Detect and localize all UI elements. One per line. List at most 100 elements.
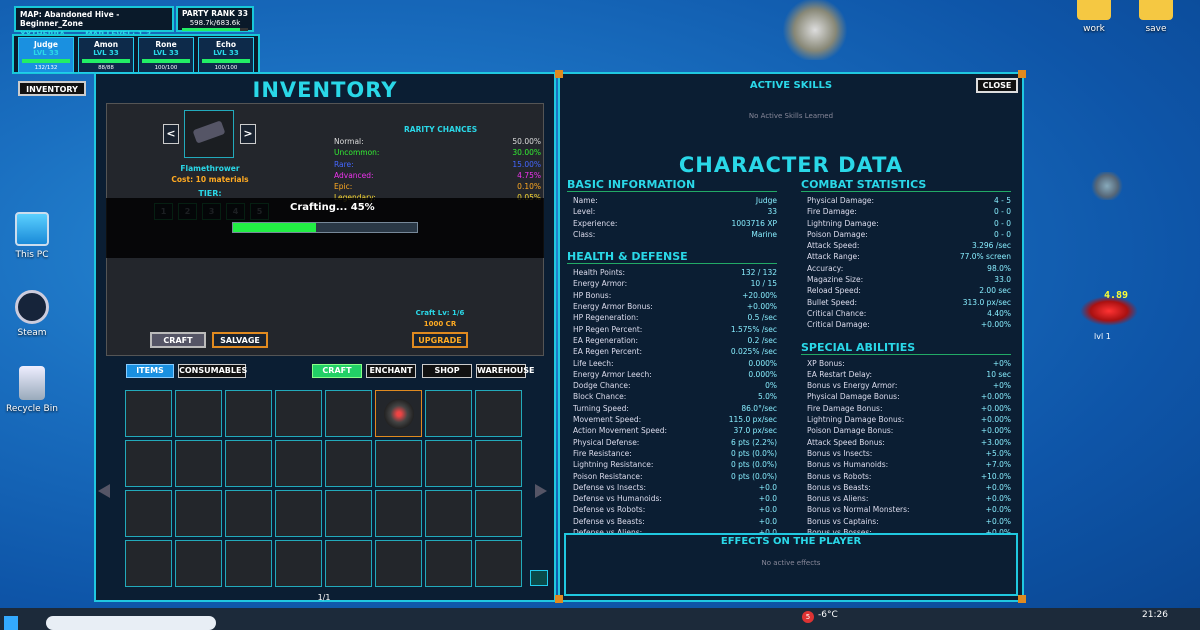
stat-row: Life Leech: 0.000% (573, 358, 777, 369)
grid-prev-arrow-icon[interactable] (98, 484, 110, 498)
stat-row: Bonus vs Insects: +5.0% (807, 448, 1011, 459)
inventory-slot[interactable] (275, 390, 322, 437)
inventory-slot[interactable] (375, 390, 422, 437)
stat-value: +0.0 (758, 505, 777, 515)
inventory-slot[interactable] (475, 540, 522, 587)
stat-label: EA Regeneration: (573, 335, 639, 345)
inventory-title: INVENTORY (252, 78, 398, 102)
inventory-slot[interactable] (125, 440, 172, 487)
stat-row: Health Points: 132 / 132 (573, 267, 777, 278)
no-skills-text: No Active Skills Learned (748, 112, 834, 120)
inventory-slot[interactable] (475, 440, 522, 487)
stat-label: Poison Resistance: (573, 471, 643, 481)
inventory-slot[interactable] (275, 540, 322, 587)
stat-value: +0.00% (980, 392, 1011, 402)
stat-value: +0.0% (985, 516, 1011, 526)
inventory-slot[interactable] (175, 540, 222, 587)
stat-row: Accuracy: 98.0% (807, 263, 1011, 274)
swap-icon[interactable] (530, 570, 548, 586)
rarity-list: Normal: 50.00% Uncommon: 30.00% Rare: 15.00% A… (334, 136, 541, 204)
stat-row: EA Restart Delay: 10 sec (807, 369, 1011, 380)
inventory-slot[interactable] (475, 490, 522, 537)
item-name: Flamethrower (180, 164, 240, 173)
party-member-hp-bar (82, 59, 130, 63)
stat-row: Fire Damage: 0 - 0 (807, 206, 1011, 217)
tab-consumables[interactable]: CONSUMABLES (178, 364, 247, 378)
party-member-card[interactable]: Judge LVL 33 132/132 (18, 37, 74, 73)
stat-value: 37.0 px/sec (733, 426, 777, 436)
inventory-slot[interactable] (175, 490, 222, 537)
stat-value: 10 sec (986, 369, 1011, 379)
inventory-slot[interactable] (325, 490, 372, 537)
inventory-slot[interactable] (225, 540, 272, 587)
rarity-name: Epic: (334, 182, 353, 192)
recycle-bin-icon[interactable]: Recycle Bin (2, 366, 62, 414)
grid-next-arrow-icon[interactable] (535, 484, 547, 498)
inventory-slot[interactable] (175, 440, 222, 487)
upgrade-button[interactable]: UPGRADE (412, 332, 468, 348)
clock[interactable]: 21:26 (1142, 610, 1168, 620)
stat-value: 132 / 132 (741, 268, 777, 278)
salvage-button[interactable]: SALVAGE (212, 332, 268, 348)
inventory-slot[interactable] (375, 490, 422, 537)
inventory-slot[interactable] (125, 540, 172, 587)
stat-value: 3.296 /sec (971, 241, 1011, 251)
stat-row: Fire Damage Bonus: +0.00% (807, 403, 1011, 414)
inventory-slot[interactable] (425, 490, 472, 537)
stat-value: 0 - 0 (993, 207, 1011, 217)
inventory-slot[interactable] (125, 490, 172, 537)
inventory-slot[interactable] (325, 390, 372, 437)
inventory-slot[interactable] (425, 390, 472, 437)
inventory-button[interactable]: INVENTORY (18, 81, 86, 96)
inventory-slot[interactable] (325, 540, 372, 587)
inventory-slot[interactable] (475, 390, 522, 437)
work-folder-icon[interactable]: work (1064, 0, 1124, 34)
tab-enchant[interactable]: ENCHANT (366, 364, 416, 378)
left-stats-column: BASIC INFORMATION Name: Judge Level: 33 Expe… (567, 176, 777, 538)
work-label: work (1083, 24, 1105, 34)
flamethrower-icon (192, 120, 226, 144)
party-member-card[interactable]: Rone LVL 33 100/100 (138, 37, 194, 73)
inventory-slot[interactable] (375, 540, 422, 587)
rarity-name: Normal: (334, 137, 364, 146)
stat-row: Physical Damage: 4 - 5 (807, 195, 1011, 206)
party-member-card[interactable]: Amon LVL 33 88/88 (78, 37, 134, 73)
search-box[interactable] (46, 616, 216, 630)
next-item-button[interactable]: > (240, 124, 256, 144)
close-button[interactable]: CLOSE (976, 78, 1018, 93)
this-pc-icon[interactable]: This PC (2, 212, 62, 260)
tab-items[interactable]: ITEMS (126, 364, 174, 378)
inventory-slot[interactable] (425, 540, 472, 587)
save-label: save (1145, 24, 1167, 34)
prev-item-button[interactable]: < (163, 124, 179, 144)
inventory-slot[interactable] (225, 490, 272, 537)
inventory-slot[interactable] (275, 490, 322, 537)
party-member-card[interactable]: Echo LVL 33 100/100 (198, 37, 254, 73)
inventory-slot[interactable] (225, 440, 272, 487)
party-member-hp: 100/100 (154, 65, 178, 71)
inventory-slot[interactable] (225, 390, 272, 437)
inventory-slot[interactable] (425, 440, 472, 487)
inventory-slot[interactable] (175, 390, 222, 437)
stat-value: 313.0 px/sec (962, 297, 1011, 307)
steam-icon[interactable]: Steam (2, 290, 62, 338)
stat-label: Bonus vs Captains: (807, 516, 879, 526)
inventory-slot[interactable] (325, 440, 372, 487)
stat-label: Bonus vs Insects: (807, 448, 873, 458)
inventory-slot[interactable] (375, 440, 422, 487)
rarity-row: Rare: 15.00% (334, 159, 541, 170)
start-icon[interactable] (4, 616, 18, 630)
craft-button[interactable]: CRAFT (150, 332, 206, 348)
stat-row: HP Regen Percent: 1.575% /sec (573, 324, 777, 335)
tab-warehouse[interactable]: WAREHOUSE (476, 364, 535, 378)
stat-row: Critical Chance: 4.40% (807, 308, 1011, 319)
tab-craft[interactable]: CRAFT (312, 364, 362, 378)
inventory-slot[interactable] (275, 440, 322, 487)
health-defense-title: HEALTH & DEFENSE (567, 250, 777, 265)
inventory-slot[interactable] (125, 390, 172, 437)
stat-row: Class: Marine (573, 229, 777, 240)
stat-row: Defense vs Robots: +0.0 (573, 504, 777, 515)
stat-label: Poison Damage: (807, 229, 868, 239)
tab-shop[interactable]: SHOP (422, 364, 472, 378)
save-folder-icon[interactable]: save (1126, 0, 1186, 34)
